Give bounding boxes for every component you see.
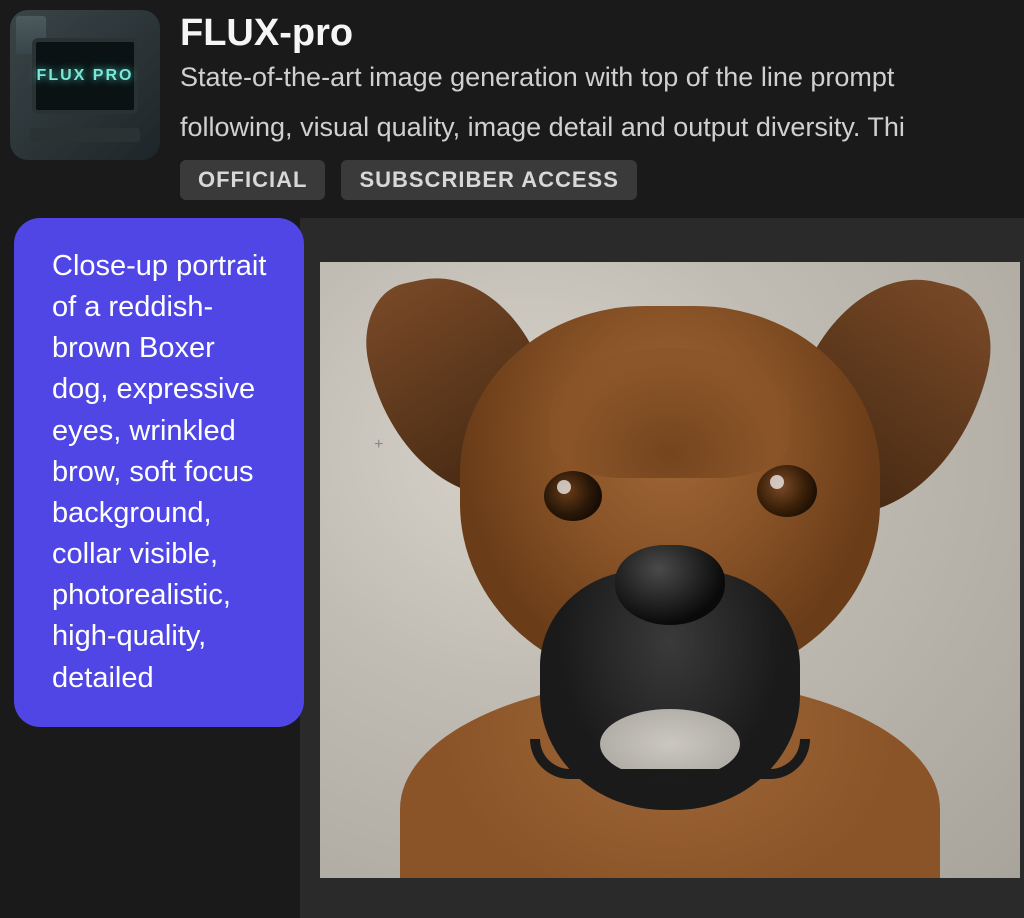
badge-row: OFFICIAL SUBSCRIBER ACCESS: [180, 160, 1014, 200]
prompt-bubble[interactable]: Close-up portrait of a reddish-brown Box…: [14, 218, 304, 727]
badge-official: OFFICIAL: [180, 160, 325, 200]
icon-monitor: FLUX PRO: [32, 38, 138, 114]
content-area: + Close-up portrait of a reddish-brown B…: [0, 218, 1024, 727]
icon-monitor-base: [30, 128, 140, 142]
app-icon[interactable]: FLUX PRO: [10, 10, 160, 160]
icon-monitor-label: FLUX PRO: [37, 67, 134, 85]
badge-subscriber-access: SUBSCRIBER ACCESS: [341, 160, 636, 200]
dog-brow-shape: [550, 348, 790, 478]
app-description-line1: State-of-the-art image generation with t…: [180, 59, 1014, 95]
header-info: FLUX-pro State-of-the-art image generati…: [180, 10, 1014, 200]
dog-collar-shape: [530, 739, 810, 779]
generated-image[interactable]: +: [320, 262, 1020, 878]
dog-eye-left-shape: [544, 471, 602, 521]
app-title: FLUX-pro: [180, 12, 1014, 55]
dog-eye-right-shape: [757, 465, 817, 517]
app-header: FLUX PRO FLUX-pro State-of-the-art image…: [0, 0, 1024, 200]
dog-nose-shape: [615, 545, 725, 625]
prompt-text: Close-up portrait of a reddish-brown Box…: [52, 250, 266, 694]
image-output-panel: +: [300, 218, 1024, 918]
app-description-line2: following, visual quality, image detail …: [180, 109, 1014, 145]
